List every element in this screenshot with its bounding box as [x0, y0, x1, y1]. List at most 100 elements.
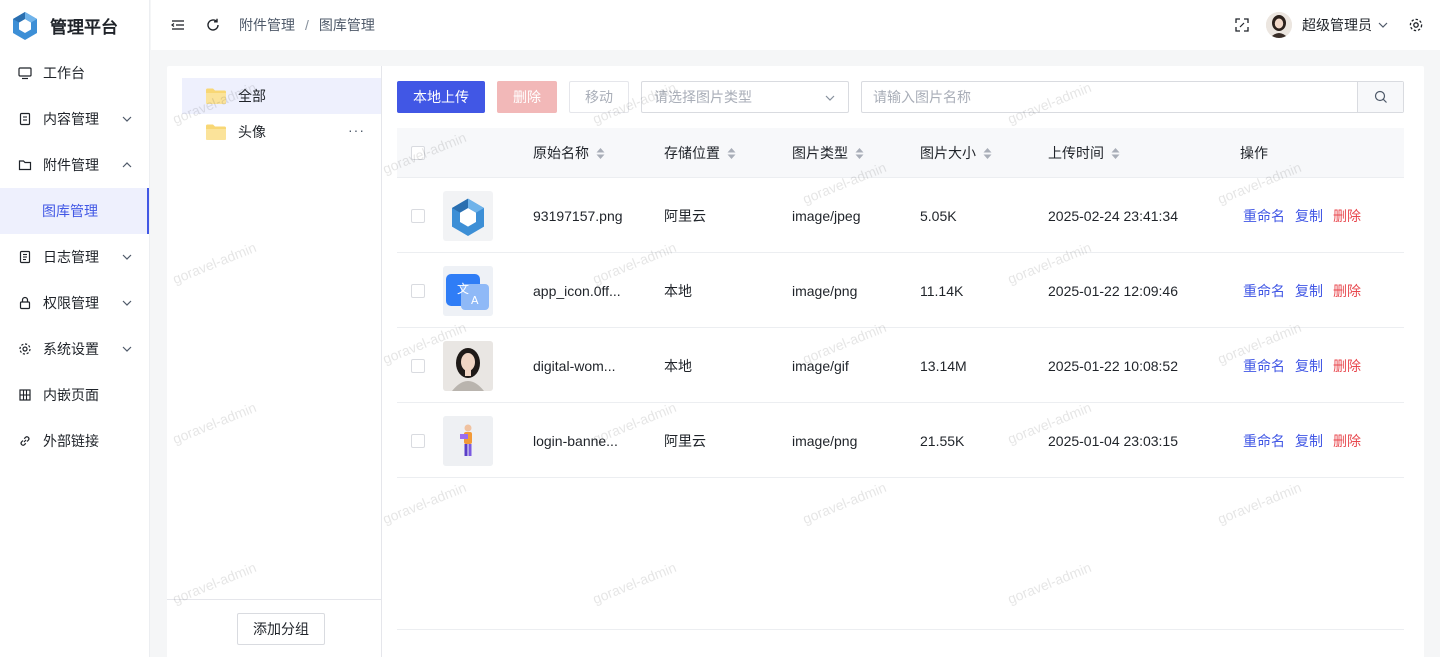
avatar[interactable] — [1266, 12, 1292, 38]
sidebar-item-settings[interactable]: 系统设置 — [0, 326, 149, 372]
lock-icon — [17, 295, 33, 311]
document-icon — [17, 111, 33, 127]
row-checkbox[interactable] — [411, 283, 425, 298]
cell-size: 5.05K — [920, 207, 957, 224]
grid-icon — [17, 387, 33, 403]
gear-icon — [17, 341, 33, 357]
col-storage-label: 存储位置 — [664, 145, 720, 161]
cell-type: image/png — [792, 432, 858, 449]
row-checkbox[interactable] — [411, 433, 425, 448]
settings-gear-icon[interactable] — [1406, 15, 1426, 35]
brand[interactable]: 管理平台 — [0, 0, 149, 50]
woman-portrait-icon — [443, 340, 493, 391]
cell-storage: 阿里云 — [664, 207, 706, 224]
cell-time: 2025-01-22 12:09:46 — [1048, 282, 1178, 299]
image-type-select[interactable]: 请选择图片类型 — [641, 81, 849, 113]
rename-link[interactable]: 重命名 — [1243, 206, 1285, 226]
image-thumbnail[interactable] — [443, 340, 493, 391]
sidebar-item-label: 系统设置 — [43, 341, 99, 357]
rename-link[interactable]: 重命名 — [1243, 431, 1285, 451]
copy-link[interactable]: 复制 — [1295, 356, 1323, 376]
select-all-checkbox[interactable] — [411, 146, 425, 160]
select-placeholder: 请选择图片类型 — [654, 89, 752, 105]
sidebar-item-label: 内容管理 — [43, 111, 99, 127]
cell-name: 93197157.png — [533, 207, 623, 224]
rename-link[interactable]: 重命名 — [1243, 356, 1285, 376]
top-header: 附件管理 / 图库管理 超级管理员 — [151, 0, 1440, 50]
sidebar-item-permissions[interactable]: 权限管理 — [0, 280, 149, 326]
app-title: 管理平台 — [50, 17, 118, 37]
chevron-up-icon — [122, 162, 132, 168]
image-thumbnail[interactable]: 文A — [443, 265, 493, 316]
svg-text:文: 文 — [457, 281, 469, 296]
col-name[interactable]: 原始名称 — [533, 128, 605, 178]
sidebar-item-embedded[interactable]: 内嵌页面 — [0, 372, 149, 418]
sidebar-item-label: 图库管理 — [42, 203, 98, 219]
table-row: login-banne... 阿里云 image/png 21.55K 2025… — [397, 403, 1404, 478]
link-icon — [17, 433, 33, 449]
search-box — [861, 81, 1404, 113]
image-thumbnail[interactable] — [443, 190, 493, 241]
col-type[interactable]: 图片类型 — [792, 128, 864, 178]
search-input[interactable] — [862, 82, 1357, 112]
cell-size: 13.14M — [920, 357, 967, 374]
person-illustration-icon — [443, 415, 493, 466]
sidebar-item-gallery[interactable]: 图库管理 — [0, 188, 149, 234]
row-checkbox[interactable] — [411, 208, 425, 223]
delete-link[interactable]: 删除 — [1333, 356, 1361, 376]
copy-link[interactable]: 复制 — [1295, 431, 1323, 451]
delete-link[interactable]: 删除 — [1333, 431, 1361, 451]
chevron-down-icon — [825, 95, 835, 101]
col-time[interactable]: 上传时间 — [1048, 128, 1120, 178]
sort-icon[interactable] — [1111, 147, 1120, 160]
username[interactable]: 超级管理员 — [1302, 15, 1372, 35]
menu-toggle-icon[interactable] — [168, 15, 188, 35]
sidebar-item-label: 附件管理 — [43, 157, 99, 173]
sort-icon[interactable] — [727, 147, 736, 160]
sidebar-item-attachments[interactable]: 附件管理 — [0, 142, 149, 188]
sort-icon[interactable] — [983, 147, 992, 160]
svg-text:A: A — [471, 294, 479, 307]
fullscreen-icon[interactable] — [1232, 15, 1252, 35]
copy-link[interactable]: 复制 — [1295, 206, 1323, 226]
image-thumbnail[interactable] — [443, 415, 493, 466]
col-storage[interactable]: 存储位置 — [664, 128, 736, 178]
chevron-down-icon[interactable] — [1377, 19, 1389, 31]
breadcrumb-item[interactable]: 附件管理 — [239, 15, 295, 35]
col-name-label: 原始名称 — [533, 145, 589, 161]
sidebar-item-external[interactable]: 外部链接 — [0, 418, 149, 464]
search-button[interactable] — [1357, 82, 1403, 112]
rename-link[interactable]: 重命名 — [1243, 281, 1285, 301]
refresh-icon[interactable] — [203, 15, 223, 35]
sidebar-item-workbench[interactable]: 工作台 — [0, 50, 149, 96]
delete-link[interactable]: 删除 — [1333, 281, 1361, 301]
table-row: 93197157.png 阿里云 image/jpeg 5.05K 2025-0… — [397, 178, 1404, 253]
chevron-down-icon — [122, 254, 132, 260]
cell-time: 2025-01-04 23:03:15 — [1048, 432, 1178, 449]
delete-link[interactable]: 删除 — [1333, 206, 1361, 226]
cell-time: 2025-02-24 23:41:34 — [1048, 207, 1178, 224]
copy-link[interactable]: 复制 — [1295, 281, 1323, 301]
sidebar-item-label: 日志管理 — [43, 249, 99, 265]
log-icon — [17, 249, 33, 265]
breadcrumb: 附件管理 / 图库管理 — [239, 15, 375, 35]
cube-logo-icon — [13, 12, 37, 40]
cell-size: 11.14K — [920, 282, 964, 299]
move-button[interactable]: 移动 — [569, 81, 629, 113]
row-checkbox[interactable] — [411, 358, 425, 373]
sort-icon[interactable] — [855, 147, 864, 160]
delete-button[interactable]: 删除 — [497, 81, 557, 113]
breadcrumb-separator: / — [305, 17, 309, 33]
col-size-label: 图片大小 — [920, 145, 976, 161]
breadcrumb-current: 图库管理 — [318, 17, 375, 33]
table-row: 文A app_icon.0ff... 本地 image/png 11.14K 2… — [397, 253, 1404, 328]
sort-icon[interactable] — [596, 147, 605, 160]
col-type-label: 图片类型 — [792, 145, 848, 161]
cell-size: 21.55K — [920, 432, 965, 449]
sidebar-item-content[interactable]: 内容管理 — [0, 96, 149, 142]
col-size[interactable]: 图片大小 — [920, 128, 992, 178]
sidebar-item-logs[interactable]: 日志管理 — [0, 234, 149, 280]
upload-button[interactable]: 本地上传 — [397, 81, 485, 113]
col-actions: 操作 — [1240, 128, 1268, 178]
cube-logo-icon — [452, 198, 484, 236]
